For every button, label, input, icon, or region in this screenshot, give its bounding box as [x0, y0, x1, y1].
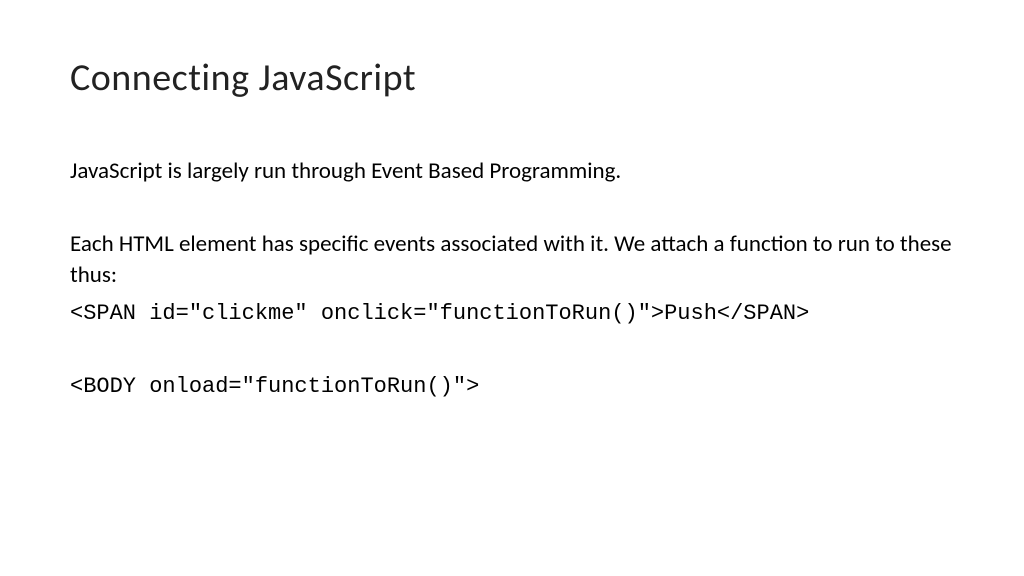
code-body-example: <BODY onload="functionToRun()"> — [70, 372, 954, 403]
paragraph-events: Each HTML element has specific events as… — [70, 229, 954, 291]
paragraph-intro: JavaScript is largely run through Event … — [70, 156, 954, 187]
slide-title: Connecting JavaScript — [70, 55, 954, 101]
code-span-example: <SPAN id="clickme" onclick="functionToRu… — [70, 299, 954, 330]
